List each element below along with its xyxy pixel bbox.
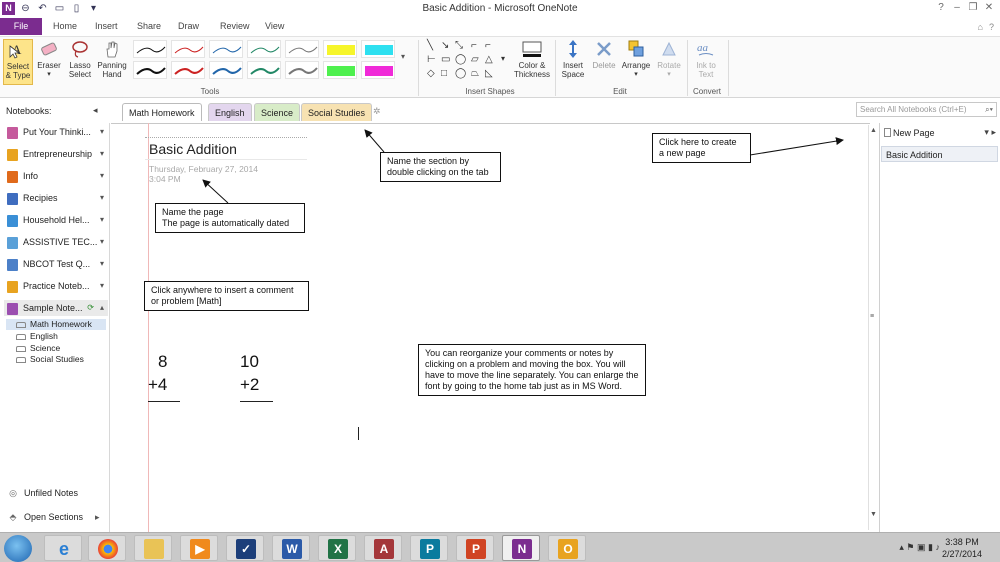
start-button-icon[interactable]: [4, 535, 32, 562]
chevron-down-icon[interactable]: ▾: [984, 127, 989, 137]
math-problem-2-top[interactable]: 10: [240, 352, 259, 372]
arrow-to-tab: [364, 129, 385, 153]
display-icon[interactable]: ▣: [917, 542, 926, 552]
arrow-to-title: [202, 179, 229, 204]
annotation-arrows: [202, 129, 844, 204]
taskbar-clock[interactable]: 3:38 PM 2/27/2014: [942, 536, 982, 560]
scroll-up-icon[interactable]: ▲: [870, 127, 877, 134]
ie-icon: e: [58, 539, 69, 559]
network-icon[interactable]: ▮: [928, 542, 933, 552]
access-icon: A: [374, 539, 394, 559]
page-item-basic-addition[interactable]: Basic Addition: [881, 146, 998, 162]
math-problem-1-top[interactable]: 8: [158, 352, 167, 372]
clock-date: 2/27/2014: [941, 549, 982, 559]
tray-expand-icon[interactable]: ▴: [899, 542, 904, 552]
windows-taskbar: e ▶ ✓ W X A P P N O ▴ ⚑ ▣ ▮ ♪ 3:38 PM 2/…: [0, 532, 1000, 562]
taskbar-chrome[interactable]: [88, 535, 126, 561]
math-problem-2-line[interactable]: [240, 401, 273, 402]
page-tabs-pane: New Page ▾ ▸ Basic Addition: [879, 123, 1000, 532]
powerpoint-icon: P: [466, 539, 486, 559]
taskbar-word[interactable]: W: [272, 535, 310, 561]
volume-icon[interactable]: ♪: [936, 542, 941, 552]
taskbar-excel[interactable]: X: [318, 535, 356, 561]
word-icon: W: [282, 539, 302, 559]
clock-time: 3:38 PM: [945, 537, 979, 547]
taskbar-app[interactable]: ✓: [226, 535, 264, 561]
outlook-icon: O: [558, 539, 578, 559]
folder-icon: [144, 539, 164, 559]
new-page-icon: [884, 128, 891, 137]
publisher-icon: P: [420, 539, 440, 559]
taskbar-access[interactable]: A: [364, 535, 402, 561]
vertical-scrollbar[interactable]: ▲ ≡ ▼: [868, 125, 878, 530]
checkmark-app-icon: ✓: [236, 539, 256, 559]
onenote-icon: N: [512, 539, 532, 559]
taskbar-publisher[interactable]: P: [410, 535, 448, 561]
taskbar-powerpoint[interactable]: P: [456, 535, 494, 561]
chrome-icon: [98, 539, 118, 559]
taskbar-ie[interactable]: e: [44, 535, 82, 561]
text-cursor: [358, 427, 359, 440]
taskbar-explorer[interactable]: [134, 535, 172, 561]
new-page-button[interactable]: New Page: [884, 128, 935, 138]
math-problem-2-bottom[interactable]: +2: [240, 375, 259, 395]
taskbar-onenote[interactable]: N: [502, 535, 540, 561]
scroll-thumb-icon[interactable]: ≡: [870, 313, 874, 320]
onenote-window: N ⊖ ↶ ▭ ▯ ▾ Basic Addition - Microsoft O…: [0, 0, 1000, 562]
system-tray: ▴ ⚑ ▣ ▮ ♪: [899, 542, 940, 553]
flag-icon[interactable]: ⚑: [906, 542, 914, 552]
taskbar-media[interactable]: ▶: [180, 535, 218, 561]
chevron-right-icon[interactable]: ▸: [991, 127, 996, 137]
math-problem-1-line[interactable]: [148, 401, 180, 402]
new-page-label: New Page: [893, 128, 935, 138]
math-problem-1-bottom[interactable]: +4: [148, 375, 167, 395]
scroll-down-icon[interactable]: ▼: [870, 511, 877, 518]
taskbar-outlook[interactable]: O: [548, 535, 586, 561]
excel-icon: X: [328, 539, 348, 559]
media-player-icon: ▶: [190, 539, 210, 559]
arrow-to-new-page: [749, 137, 844, 156]
page-pane-controls: ▾ ▸: [984, 127, 996, 138]
